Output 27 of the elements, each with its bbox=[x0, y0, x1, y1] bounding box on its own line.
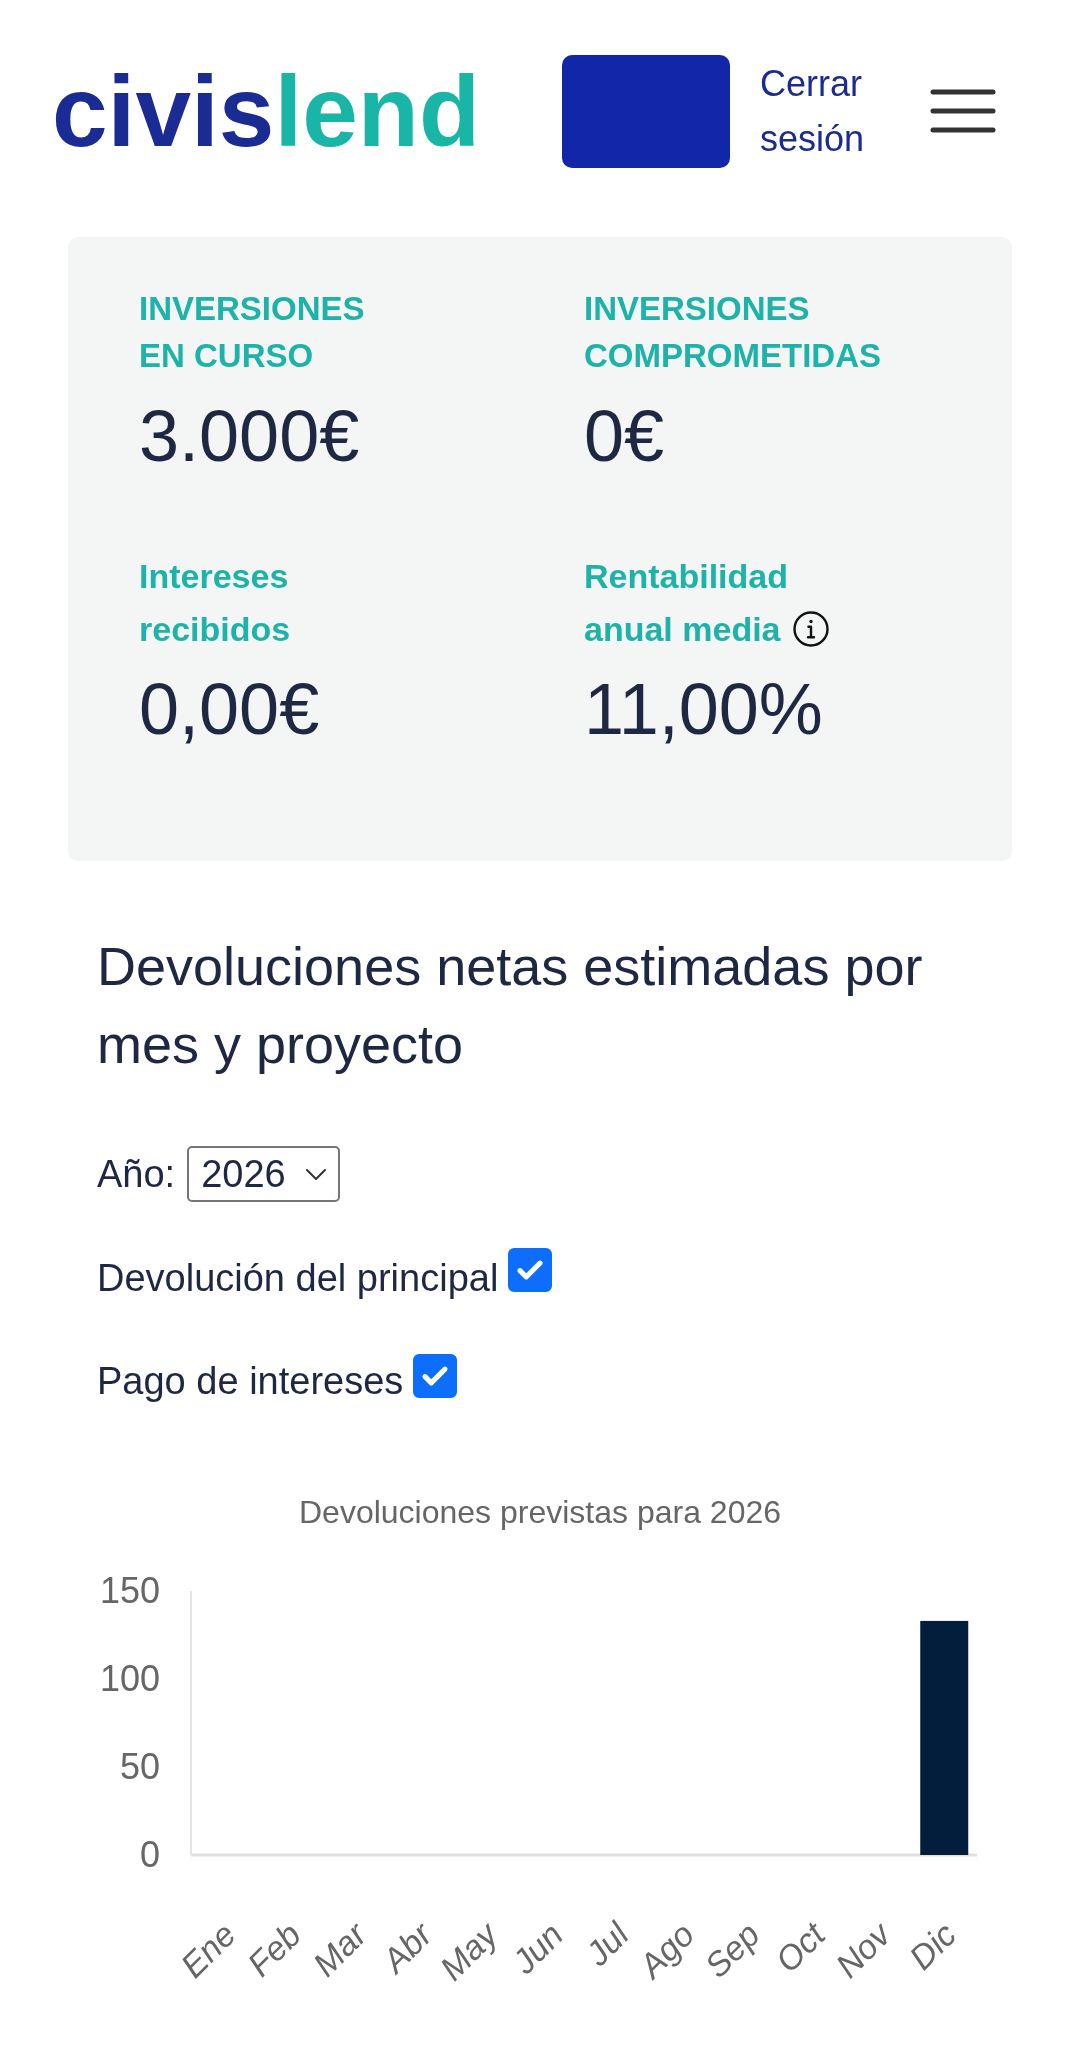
stat-label: INVERSIONES COMPROMETIDAS bbox=[584, 290, 881, 374]
y-tick-label: 50 bbox=[119, 1746, 160, 1787]
stat-label: Rentabilidad anual media bbox=[584, 557, 789, 648]
section-heading: Devoluciones netas estimadas por mes y proyecto bbox=[97, 935, 924, 1076]
info-icon[interactable] bbox=[792, 611, 829, 647]
checkbox[interactable] bbox=[508, 1248, 553, 1292]
logo[interactable]: civislend bbox=[52, 55, 480, 167]
checkbox[interactable] bbox=[413, 1354, 458, 1398]
month-label: Dic bbox=[901, 1915, 964, 1977]
year-select[interactable]: 2026 bbox=[187, 1146, 341, 1202]
y-tick-label: 100 bbox=[99, 1658, 160, 1699]
stat-label: INVERSIONES EN CURSO bbox=[139, 290, 365, 374]
month-label: Jun bbox=[504, 1915, 571, 1981]
chart-title: Devoluciones previstas para 2026 bbox=[298, 1493, 782, 1532]
stat-value: 11,00% bbox=[584, 668, 824, 751]
logout-link[interactable]: Cerrar sesión bbox=[760, 56, 890, 166]
y-tick-label: 150 bbox=[99, 1570, 160, 1611]
y-tick-label: 0 bbox=[139, 1834, 160, 1875]
year-label: Año: bbox=[97, 1151, 176, 1197]
stat-value: 0€ bbox=[584, 395, 666, 478]
option-label: Pago de intereses bbox=[97, 1359, 404, 1403]
stat-label: Intereses recibidos bbox=[139, 557, 291, 648]
option-label: Devolución del principal bbox=[97, 1256, 499, 1300]
month-label: Abr bbox=[374, 1915, 440, 1980]
menu-icon[interactable] bbox=[930, 88, 996, 134]
stat-value: 0,00€ bbox=[139, 668, 321, 751]
stat-value: 3.000€ bbox=[139, 395, 361, 478]
